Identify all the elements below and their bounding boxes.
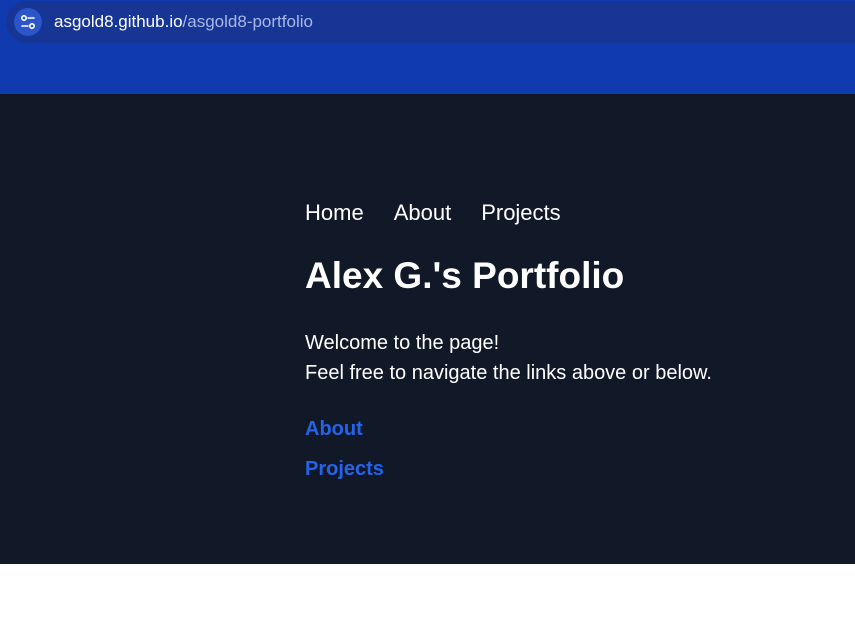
browser-toolbar: asgold8.github.io/asgold8-portfolio — [0, 0, 855, 93]
nav-about-link[interactable]: About — [394, 198, 452, 228]
bottom-links: About Projects — [305, 415, 845, 483]
nav-projects-link[interactable]: Projects — [481, 198, 560, 228]
address-bar[interactable]: asgold8.github.io/asgold8-portfolio — [6, 1, 855, 43]
projects-link[interactable]: Projects — [305, 455, 845, 483]
nav-home-link[interactable]: Home — [305, 198, 364, 228]
tune-icon — [20, 14, 36, 30]
page-title: Alex G.'s Portfolio — [305, 255, 625, 296]
site-info-button[interactable] — [14, 8, 42, 36]
top-nav: Home About Projects — [305, 198, 845, 228]
url-host: asgold8.github.io — [54, 12, 183, 31]
welcome-line-1: Welcome to the page! — [305, 332, 500, 354]
welcome-line-2: Feel free to navigate the links above or… — [305, 362, 712, 384]
url-path: /asgold8-portfolio — [182, 12, 313, 31]
url-text[interactable]: asgold8.github.io/asgold8-portfolio — [54, 12, 313, 32]
main-content: Home About Projects Alex G.'s Portfolio … — [305, 198, 845, 495]
page-body: Home About Projects Alex G.'s Portfolio … — [0, 93, 855, 564]
about-link[interactable]: About — [305, 415, 845, 443]
welcome-text: Welcome to the page! Feel free to naviga… — [305, 328, 845, 388]
